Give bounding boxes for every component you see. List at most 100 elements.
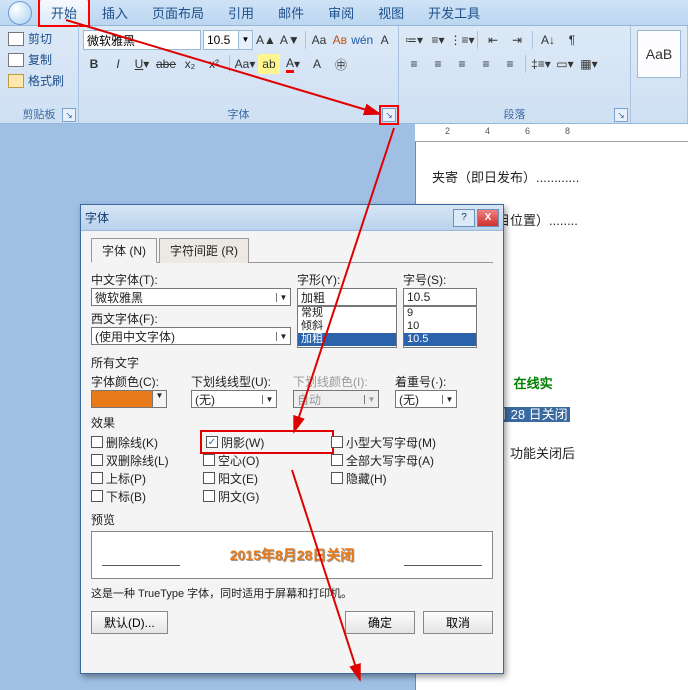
- font-size-input[interactable]: [204, 33, 238, 47]
- size-option-selected[interactable]: 10.5: [404, 333, 476, 346]
- indent-inc-button[interactable]: ⇥: [506, 30, 528, 50]
- cn-font-combo[interactable]: 微软雅黑▼: [91, 288, 291, 306]
- west-font-combo[interactable]: (使用中文字体)▼: [91, 327, 291, 345]
- align-justify-button[interactable]: ≡: [475, 54, 497, 74]
- chk-shadow[interactable]: ✓阴影(W): [203, 433, 331, 451]
- chk-outline[interactable]: 空心(O): [203, 451, 331, 469]
- clipboard-launcher[interactable]: ↘: [62, 108, 76, 122]
- text-effect-button[interactable]: Aa▾: [234, 54, 256, 74]
- superscript-button[interactable]: x²: [203, 54, 225, 74]
- phonetic-button[interactable]: wén: [351, 30, 373, 50]
- chk-super[interactable]: 上标(P): [91, 469, 203, 487]
- effects-label: 效果: [91, 414, 493, 431]
- style-option[interactable]: 常规: [298, 307, 396, 320]
- show-marks-button[interactable]: ¶: [561, 30, 583, 50]
- chk-engrave[interactable]: 阴文(G): [203, 487, 331, 505]
- cancel-button[interactable]: 取消: [423, 611, 493, 634]
- dialog-help-button[interactable]: ?: [453, 209, 475, 227]
- chk-smallcaps[interactable]: 小型大写字母(M): [331, 433, 436, 451]
- ok-button[interactable]: 确定: [345, 611, 415, 634]
- chk-hidden[interactable]: 隐藏(H): [331, 469, 436, 487]
- shading-button[interactable]: ▭▾: [554, 54, 576, 74]
- underline-style-label: 下划线线型(U):: [191, 373, 277, 390]
- font-size-combo[interactable]: ▼: [203, 30, 253, 50]
- style-option-selected[interactable]: 加粗: [298, 333, 396, 346]
- tab-dev[interactable]: 开发工具: [416, 0, 492, 26]
- group-paragraph: ≔▾ ≡▾ ⋮≡▾ ⇤ ⇥ A↓ ¶ ≡ ≡ ≡ ≡ ≡ ‡≡▾ ▭▾ ▦▾ 段…: [399, 26, 631, 123]
- number-list-button[interactable]: ≡▾: [427, 30, 449, 50]
- dialog-titlebar[interactable]: 字体 ? X: [81, 205, 503, 231]
- size-option[interactable]: 9: [404, 307, 476, 320]
- group-clipboard: 剪切 复制 格式刷 剪贴板 ↘: [0, 26, 79, 123]
- bullet-list-button[interactable]: ≔▾: [403, 30, 425, 50]
- font-color-button[interactable]: A▾: [282, 54, 304, 74]
- underline-button[interactable]: U▾: [131, 54, 153, 74]
- chevron-down-icon[interactable]: ▼: [276, 293, 290, 302]
- dialog-tab-spacing[interactable]: 字符间距 (R): [159, 238, 249, 263]
- align-left-button[interactable]: ≡: [403, 54, 425, 74]
- enclose-char-button[interactable]: ㊥: [330, 54, 352, 74]
- style-listbox[interactable]: 常规 倾斜 加粗: [297, 306, 397, 348]
- tab-insert[interactable]: 插入: [90, 0, 140, 26]
- strike-button[interactable]: abe: [155, 54, 177, 74]
- chk-sub[interactable]: 下标(B): [91, 487, 203, 505]
- multilevel-list-button[interactable]: ⋮≡▾: [451, 30, 473, 50]
- chk-allcaps[interactable]: 全部大写字母(A): [331, 451, 436, 469]
- font-info-text: 这是一种 TrueType 字体，同时适用于屏幕和打印机。: [91, 585, 493, 601]
- font-color-combo[interactable]: ▼: [91, 390, 167, 408]
- chevron-down-icon[interactable]: ▼: [442, 395, 456, 404]
- indent-dec-button[interactable]: ⇤: [482, 30, 504, 50]
- copy-button[interactable]: 复制: [4, 49, 74, 70]
- sort-button[interactable]: A↓: [537, 30, 559, 50]
- office-button[interactable]: [8, 1, 32, 25]
- underline-color-combo: 自动▼: [293, 390, 379, 408]
- font-launcher[interactable]: ↘: [382, 108, 396, 122]
- chk-strike[interactable]: 删除线(K): [91, 433, 203, 451]
- dialog-close-button[interactable]: X: [477, 209, 499, 227]
- paragraph-launcher[interactable]: ↘: [614, 108, 628, 122]
- cut-button[interactable]: 剪切: [4, 28, 74, 49]
- underline-color-label: 下划线颜色(I):: [293, 373, 379, 390]
- change-case-button[interactable]: Aa: [310, 30, 329, 50]
- font-name-combo[interactable]: ▼: [83, 30, 201, 50]
- size-option[interactable]: 10: [404, 320, 476, 333]
- chk-emboss[interactable]: 阳文(E): [203, 469, 331, 487]
- tab-review[interactable]: 审阅: [316, 0, 366, 26]
- char-shading-button[interactable]: A: [306, 54, 328, 74]
- borders-button[interactable]: ▦▾: [578, 54, 600, 74]
- align-distribute-button[interactable]: ≡: [499, 54, 521, 74]
- size-listbox[interactable]: 9 10 10.5: [403, 306, 477, 348]
- shrink-font-button[interactable]: A▼: [279, 30, 301, 50]
- underline-style-combo[interactable]: (无)▼: [191, 390, 277, 408]
- grow-font-button[interactable]: A▲: [255, 30, 277, 50]
- emphasis-combo[interactable]: (无)▼: [395, 390, 457, 408]
- chk-dstrike[interactable]: 双删除线(L): [91, 451, 203, 469]
- subscript-button[interactable]: x₂: [179, 54, 201, 74]
- align-center-button[interactable]: ≡: [427, 54, 449, 74]
- clear-format-button[interactable]: Aʙ: [330, 30, 349, 50]
- size-input[interactable]: 10.5: [403, 288, 477, 306]
- line-spacing-button[interactable]: ‡≡▾: [530, 54, 552, 74]
- dialog-tab-font[interactable]: 字体 (N): [91, 238, 157, 263]
- west-font-label: 西文字体(F):: [91, 310, 291, 327]
- tab-mail[interactable]: 邮件: [266, 0, 316, 26]
- default-button[interactable]: 默认(D)...: [91, 611, 168, 634]
- color-label: 字体颜色(C):: [91, 373, 167, 390]
- tab-home[interactable]: 开始: [38, 0, 90, 27]
- italic-button[interactable]: I: [107, 54, 129, 74]
- style-option[interactable]: 倾斜: [298, 320, 396, 333]
- chevron-down-icon[interactable]: ▼: [262, 395, 276, 404]
- highlight-button[interactable]: ab: [258, 54, 280, 74]
- chevron-down-icon[interactable]: ▼: [276, 332, 290, 341]
- style-item[interactable]: AaB: [637, 30, 681, 78]
- tab-layout[interactable]: 页面布局: [140, 0, 216, 26]
- format-painter-button[interactable]: 格式刷: [4, 70, 74, 91]
- bold-button[interactable]: B: [83, 54, 105, 74]
- style-input[interactable]: 加粗: [297, 288, 397, 306]
- font-size-dropdown-icon[interactable]: ▼: [238, 31, 252, 49]
- tab-view[interactable]: 视图: [366, 0, 416, 26]
- char-border-button[interactable]: A: [375, 30, 394, 50]
- align-right-button[interactable]: ≡: [451, 54, 473, 74]
- tab-ref[interactable]: 引用: [216, 0, 266, 26]
- chevron-down-icon[interactable]: ▼: [152, 391, 166, 407]
